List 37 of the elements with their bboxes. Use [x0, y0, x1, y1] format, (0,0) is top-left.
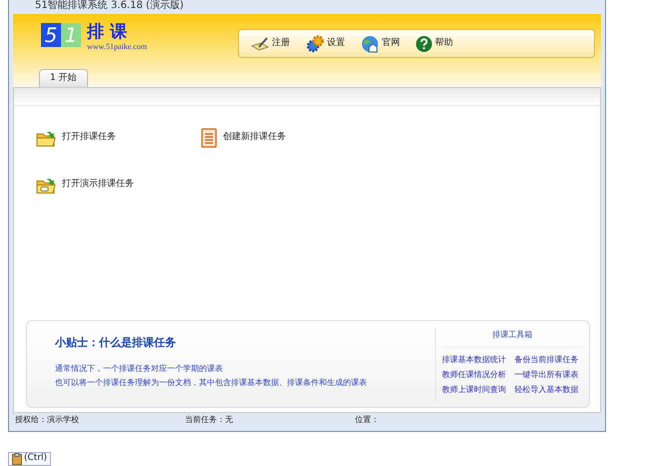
action-label: 创建新排课任务 [223, 131, 286, 144]
action-link[interactable]: 打开演示排课任务 [36, 176, 201, 194]
toolbar-button[interactable]: 帮助 [416, 36, 453, 52]
tip-title: 小贴士：什么是排课任务 [55, 335, 177, 351]
tab[interactable]: 1 开始 [39, 68, 88, 87]
logo-url: www.51paike.com [87, 41, 147, 53]
action-label: 打开排课任务 [62, 131, 116, 144]
toolbar-button[interactable]: 官网 [361, 34, 400, 52]
toolbar-button[interactable]: 设置 [306, 34, 345, 52]
status-text: 当前任务：无 [185, 414, 234, 426]
status-text: 位置： [355, 414, 380, 426]
toolbar-button[interactable]: 注册 [251, 36, 290, 52]
folder-arrow-icon [36, 129, 56, 147]
globe-house-icon [361, 34, 379, 52]
toolbox-link[interactable]: 轻松导入基本数据 [514, 384, 583, 396]
action-link[interactable]: 打开排课任务 [36, 128, 201, 148]
help-icon [416, 36, 432, 52]
toolbox-link[interactable]: 教师任课情况分析 [442, 369, 510, 381]
logo-digit: 5 [41, 23, 61, 47]
logo-digit: 1 [61, 23, 81, 47]
paste-options-button[interactable]: (Ctrl) [8, 452, 52, 466]
logo-name: 排 课 [87, 23, 128, 41]
toolbox-link[interactable]: 教师上课时间查询 [442, 384, 510, 396]
toolbox-link[interactable]: 备份当前排课任务 [514, 354, 583, 366]
document-icon [201, 128, 217, 148]
tip-text: 也可以将一个排课任务理解为一份文档，其中包含排课基本数据、排课条件和生成的课表 [55, 376, 368, 388]
pen-icon [251, 36, 269, 52]
tip-text: 通常情况下，一个排课任务对应一个学期的课表 [55, 362, 224, 374]
action-link[interactable]: 创建新排课任务 [201, 128, 361, 148]
toolbox-title: 排课工具箱 [442, 327, 583, 348]
action-label: 打开演示排课任务 [62, 178, 134, 192]
status-text: 授权给：演示学校 [15, 414, 80, 426]
toolbox-link[interactable]: 一键导出所有课表 [514, 369, 583, 381]
clipboard-icon [12, 453, 22, 465]
folder-hand-icon [36, 176, 56, 194]
gear-icon [306, 34, 324, 52]
toolbox-link[interactable]: 排课基本数据统计 [442, 354, 510, 366]
